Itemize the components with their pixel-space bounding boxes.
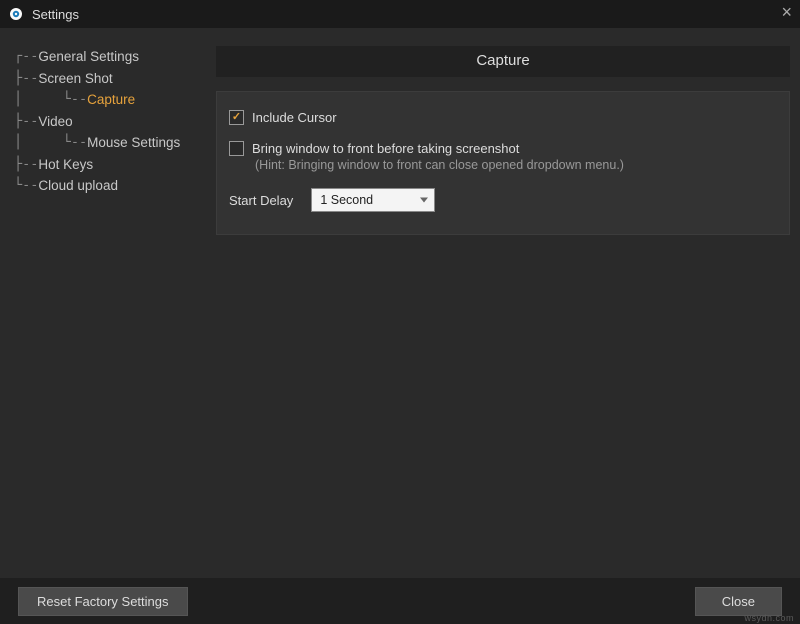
tree-label: Cloud upload <box>38 175 118 197</box>
tree-branch-icon: ├-- <box>14 111 38 133</box>
tree-item-hot-keys[interactable]: ├-- Hot Keys <box>14 154 214 176</box>
section-title: Capture <box>216 46 790 77</box>
tree-branch-icon: │ └-- <box>14 132 87 154</box>
tree-label: Hot Keys <box>38 154 93 176</box>
capture-options-panel: Include Cursor Bring window to front bef… <box>216 91 790 235</box>
bring-window-front-checkbox[interactable] <box>229 141 244 156</box>
include-cursor-checkbox[interactable] <box>229 110 244 125</box>
tree-branch-icon: ├-- <box>14 154 38 176</box>
start-delay-value: 1 Second <box>320 193 373 207</box>
window-title: Settings <box>32 7 79 22</box>
bring-window-front-row: Bring window to front before taking scre… <box>229 141 777 156</box>
tree-item-video[interactable]: ├-- Video <box>14 111 214 133</box>
tree-branch-icon: └-- <box>14 175 38 197</box>
app-icon <box>8 6 24 22</box>
close-button[interactable]: Close <box>695 587 782 616</box>
titlebar: Settings × <box>0 0 800 28</box>
tree-item-capture[interactable]: │ └-- Capture <box>14 89 214 111</box>
start-delay-row: Start Delay 1 Second <box>229 188 777 212</box>
bring-window-front-label: Bring window to front before taking scre… <box>252 141 519 156</box>
tree-item-mouse-settings[interactable]: │ └-- Mouse Settings <box>14 132 214 154</box>
close-icon[interactable]: × <box>781 3 792 21</box>
start-delay-label: Start Delay <box>229 193 293 208</box>
settings-tree: ┌-- General Settings ├-- Screen Shot │ └… <box>0 28 214 554</box>
reset-factory-settings-button[interactable]: Reset Factory Settings <box>18 587 188 616</box>
main-area: ┌-- General Settings ├-- Screen Shot │ └… <box>0 28 800 554</box>
bring-window-front-hint: (Hint: Bringing window to front can clos… <box>255 158 777 172</box>
tree-item-screen-shot[interactable]: ├-- Screen Shot <box>14 68 214 90</box>
tree-label: Mouse Settings <box>87 132 180 154</box>
tree-branch-icon: ┌-- <box>14 46 38 68</box>
content-panel: Capture Include Cursor Bring window to f… <box>214 28 800 554</box>
footer-bar: Reset Factory Settings Close <box>0 578 800 624</box>
tree-item-general-settings[interactable]: ┌-- General Settings <box>14 46 214 68</box>
tree-label: Video <box>38 111 72 133</box>
include-cursor-row: Include Cursor <box>229 110 777 125</box>
start-delay-select[interactable]: 1 Second <box>311 188 435 212</box>
tree-item-cloud-upload[interactable]: └-- Cloud upload <box>14 175 214 197</box>
tree-label: Capture <box>87 89 135 111</box>
tree-branch-icon: ├-- <box>14 68 38 90</box>
watermark-text: wsydn.com <box>744 613 794 623</box>
chevron-down-icon <box>420 198 428 203</box>
tree-label: Screen Shot <box>38 68 112 90</box>
tree-label: General Settings <box>38 46 139 68</box>
include-cursor-label: Include Cursor <box>252 110 337 125</box>
tree-branch-icon: │ └-- <box>14 89 87 111</box>
